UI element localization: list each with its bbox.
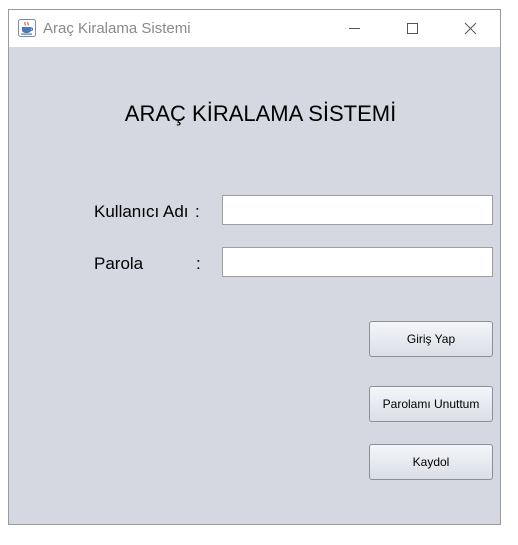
password-input[interactable] <box>222 247 493 277</box>
java-cup-icon[interactable] <box>18 19 36 37</box>
password-label: Parola <box>94 254 144 273</box>
app-window: Araç Kiralama Sistemi ARAÇ KİRALAMA SİST… <box>8 9 501 525</box>
login-button[interactable]: Giriş Yap <box>369 321 493 357</box>
register-button[interactable]: Kaydol <box>369 444 493 480</box>
forgot-password-button[interactable]: Parolamı Unuttum <box>369 386 493 422</box>
close-icon <box>464 22 477 35</box>
maximize-button[interactable] <box>389 10 435 47</box>
page-title: ARAÇ KİRALAMA SİSTEMİ <box>124 101 397 126</box>
window-title: Araç Kiralama Sistemi <box>43 20 191 37</box>
username-input[interactable] <box>222 195 493 225</box>
password-colon: : <box>196 254 201 273</box>
login-panel: ARAÇ KİRALAMA SİSTEMİ Kullanıcı Adı : Pa… <box>9 47 500 524</box>
username-colon: : <box>195 202 200 221</box>
minimize-button[interactable] <box>331 10 377 47</box>
close-button[interactable] <box>447 10 493 47</box>
username-label: Kullanıcı Adı <box>94 202 189 221</box>
maximize-icon <box>407 23 418 34</box>
title-bar[interactable]: Araç Kiralama Sistemi <box>9 10 500 47</box>
minimize-icon <box>349 28 360 29</box>
